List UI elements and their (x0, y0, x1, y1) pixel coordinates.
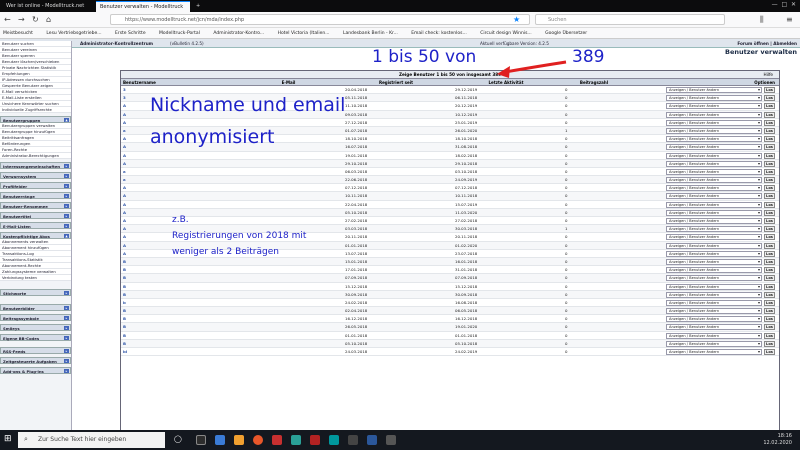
taskbar-search-placeholder: Zur Suche Text hier eingeben (38, 436, 127, 443)
task-view-icon[interactable]: ◯ (174, 435, 182, 443)
app-icon[interactable] (291, 435, 301, 445)
annotation-anon-line1: Nickname und email (150, 94, 346, 116)
annotation-total: 389 (572, 47, 605, 67)
red-arrow-head (497, 66, 510, 78)
annotation-zb: z.B. (172, 215, 189, 225)
app-icon[interactable] (386, 435, 396, 445)
annotation-range: 1 bis 50 von (372, 47, 477, 67)
clock-date: 12.02.2020 (763, 440, 792, 446)
windows-start-icon[interactable]: ⊞ (4, 434, 12, 444)
taskbar-clock[interactable]: 18:16 12.02.2020 (763, 433, 792, 447)
arduino-icon[interactable] (329, 435, 339, 445)
annotation-layer (497, 60, 567, 78)
app-icon[interactable] (272, 435, 282, 445)
annotation-reg-line2: weniger als 2 Beiträgen (172, 247, 279, 257)
filezilla-icon[interactable] (310, 435, 320, 445)
app-icon[interactable] (348, 435, 358, 445)
app-icon[interactable] (215, 435, 225, 445)
file-explorer-icon[interactable] (234, 435, 244, 445)
red-arrow (504, 60, 567, 74)
annotation-reg-line1: Registrierungen von 2018 mit (172, 231, 307, 241)
search-icon: ⌕ (24, 435, 28, 443)
firefox-icon[interactable] (253, 435, 263, 445)
clock-time: 18:16 (777, 433, 792, 439)
word-icon[interactable] (367, 435, 377, 445)
taskbar-search-input[interactable]: ⌕ Zur Suche Text hier eingeben (18, 432, 165, 448)
task-view-app-icon[interactable] (196, 435, 206, 445)
annotation-anon-line2: anonymisiert (150, 126, 275, 148)
windows-taskbar: ⊞ ⌕ Zur Suche Text hier eingeben ◯ 18:16… (0, 430, 800, 450)
